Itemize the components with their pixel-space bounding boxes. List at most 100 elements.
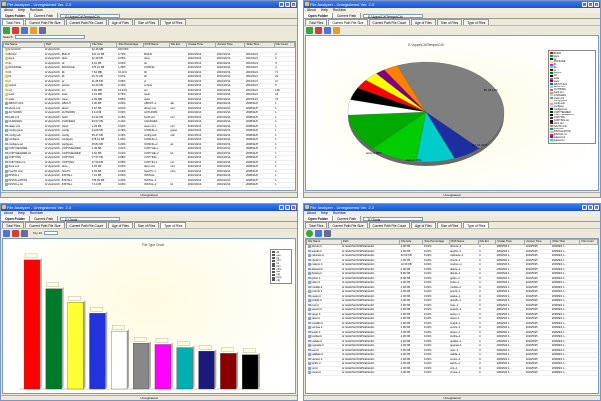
tab-current-path-count[interactable]: Current Path File Count (65, 19, 108, 25)
bar[interactable] (132, 342, 150, 390)
bar[interactable] (45, 288, 62, 390)
save-icon[interactable] (21, 26, 28, 34)
close-button[interactable]: × (594, 205, 599, 210)
bar[interactable] (89, 313, 106, 390)
table-row[interactable]: pcsinfo.tt E:\tools\SLOG\RS\abtools\ 4.00 … (306, 289, 598, 295)
table-row[interactable]: AUTHORS E:\Apps\C#\...AUTHORS 1.11 KB 0.00%… (3, 110, 295, 116)
bar[interactable] (220, 353, 237, 390)
path-field[interactable]: E:\Tools (363, 216, 424, 222)
tab-size-of-files[interactable]: Size of Files (436, 19, 463, 25)
table-row[interactable]: docs E:\Apps\C#\...docs 12.18 KB 0.05% docs 2… (3, 56, 295, 62)
table-row[interactable]: INSTALLATION E:\Apps\C#\...INSTALL 735.59 … (3, 178, 295, 184)
current-path-tab[interactable]: Current Path (29, 216, 59, 221)
table-row[interactable]: BUILD E:\Apps\C#\...BUILD 321.16 KB 0.79% BU… (3, 52, 295, 57)
export-icon[interactable] (39, 26, 46, 34)
tab-type-of-files[interactable]: Type of Files (463, 222, 490, 228)
tab-total-files[interactable]: Total Files (305, 222, 328, 228)
bar[interactable] (242, 354, 259, 390)
table-row[interactable]: check.tt E:\tools\SLOG\RS\abtools\ 4.00 KB… (306, 258, 598, 264)
tab-age-of-files[interactable]: Age of Files (108, 19, 133, 25)
table-row[interactable]: siteul.tt E:\tools\SLOG\RS\abtools\ 4.00 K… (306, 316, 598, 322)
chart-icon[interactable] (3, 229, 10, 237)
table-row[interactable]: configure.ac E:\Apps\C#\...configure 45.84… (3, 142, 295, 148)
tab-current-path-count[interactable]: Current Path File Count (65, 222, 108, 228)
table-row[interactable]: pickdb.tt E:\tools\SLOG\RS\abtools\ 4.00 K… (306, 298, 598, 304)
table-row[interactable]: modlist.tt E:\tools\SLOG\RS\abtools\ 4.00 … (306, 285, 598, 291)
bar[interactable] (23, 259, 40, 390)
tab-current-path-count[interactable]: Current Path File Count (368, 19, 411, 25)
table-row[interactable]: COPYHEADER E:\Apps\C#\...COPYHEADER 1.49 K… (3, 146, 295, 152)
tab-type-of-files[interactable]: Type of Files (160, 222, 187, 228)
tab-size-of-files[interactable]: Size of Files (133, 19, 160, 25)
table-row[interactable]: INSTALL.txt E:\Apps\C#\...INSTALL 7.11 KB 0… (3, 182, 295, 188)
bar[interactable] (154, 344, 171, 390)
table-row[interactable]: howTO.com E:\Apps\C#\...howTO 3.93 KB 0.02%… (3, 169, 295, 175)
stop-icon[interactable] (12, 26, 19, 34)
current-path-tab[interactable]: Current Path (29, 13, 59, 18)
tab-type-of-files[interactable]: Type of Files (463, 19, 490, 25)
table-row[interactable]: update.tt E:\tools\SLOG\RS\abtools\ 4.00 K… (306, 339, 598, 345)
folder-icon[interactable] (30, 26, 37, 34)
maximize-button[interactable]: □ (588, 205, 593, 210)
tab-total-files[interactable]: Total Files (305, 19, 328, 25)
table-row[interactable]: snapfile.tt E:\tools\SLOG\RS\abtools\ 4.00… (306, 321, 598, 327)
minimize-button[interactable]: – (279, 2, 284, 7)
table-row[interactable]: validate.tt E:\tools\SLOG\RS\abtools\ 4.00… (306, 352, 598, 358)
table-row[interactable]: config.gumo E:\Apps\C#\...config 44.69 KB 0… (3, 128, 295, 134)
table-row[interactable]: ABOUT.ALS E:\Apps\C#\...ABOUT 1.00 KB 0.00%… (3, 101, 295, 107)
table-row[interactable]: winfix.tt E:\tools\SLOG\RS\abtools\ 4.00 K… (306, 361, 598, 367)
open-folder-button[interactable]: Open Folder (1, 13, 30, 18)
table-row[interactable]: configure E:\Apps\C#\...configure 378.12 K… (3, 137, 295, 143)
tab-current-path-size[interactable]: Current Path File Size (25, 19, 65, 25)
current-path-tab[interactable]: Current Path (332, 13, 362, 18)
path-field[interactable]: E:\Apps\C#\Tempo\C#\ (363, 13, 424, 19)
table-row[interactable]: about.xml E:\Apps\C#\...about 2.67 KB 0.01%… (3, 106, 295, 112)
open-folder-button[interactable]: Open Folder (304, 13, 333, 18)
table-row[interactable]: version.tt E:\tools\SLOG\RS\abtools\ 4.00 … (306, 357, 598, 363)
table-row[interactable]: build.xml E:\Apps\C#\...build 34.32 KB 0.15… (3, 115, 295, 121)
close-button[interactable]: × (291, 205, 296, 210)
tab-age-of-files[interactable]: Age of Files (411, 222, 436, 228)
bar[interactable] (67, 302, 84, 390)
tab-size-of-files[interactable]: Size of Files (133, 222, 160, 228)
table-row[interactable]: docs.xml E:\Apps\C#\...docs 4.03 KB 0.02% do… (3, 164, 295, 170)
minimize-button[interactable]: – (582, 2, 587, 7)
table-row[interactable]: upgrade.tt E:\tools\SLOG\RS\abtools\ 4.00 … (306, 343, 598, 349)
table-row[interactable]: COPYHEADER.txt E:\Apps\C#\...COPYHEADER 1.… (3, 151, 295, 157)
table-row[interactable]: clean.xml E:\Apps\C#\...clean 1.29 KB 0.01%… (3, 124, 295, 130)
table-row[interactable]: setup.tt E:\tools\SLOG\RS\abtools\ 4.00 KB… (306, 312, 598, 318)
close-button[interactable]: × (291, 2, 296, 7)
table-row[interactable]: user.tt E:\tools\SLOG\RS\abtools\ 4.00 KB 0… (306, 348, 598, 354)
tab-size-of-files[interactable]: Size of Files (436, 222, 463, 228)
back-icon[interactable] (306, 229, 313, 237)
table-row[interactable]: sunrise.tt E:\tools\SLOG\RS\abtools\ 4.00 … (306, 325, 598, 331)
table-row[interactable]: abouts.tt E:\tools\SLOG\RS\abtools\ 4.00 K… (306, 244, 598, 250)
top-count-input[interactable] (44, 231, 59, 235)
tab-current-path-size[interactable]: Current Path File Size (25, 222, 65, 228)
table-row[interactable]: display.tt E:\tools\SLOG\RS\abtools\ 8.00 … (306, 271, 598, 277)
bar[interactable] (111, 330, 128, 390)
path-field[interactable]: E:\Apps\C#\Tempo\C#\ (60, 13, 121, 19)
table-row[interactable]: search.tt E:\tools\SLOG\RS\abtools\ 4.00 K… (306, 307, 598, 313)
tab-total-files[interactable]: Total Files (2, 19, 25, 25)
table-row[interactable]: xml.tt E:\tools\SLOG\RS\abtools\ 4.00 KB 0.… (306, 366, 598, 372)
table-row[interactable]: scripts E:\Apps\C#\...scripts 24.10 KB 0.10… (3, 83, 295, 89)
folder-icon[interactable] (333, 26, 340, 34)
refresh-icon[interactable] (3, 26, 10, 34)
bar-chart-icon[interactable] (12, 229, 19, 237)
bar[interactable] (176, 347, 193, 390)
table-row[interactable]: COPYING E:\Apps\C#\...COPYING 17.57 KB 0.08… (3, 155, 295, 161)
maximize-button[interactable]: □ (285, 2, 290, 7)
tab-current-path-count[interactable]: Current Path File Count (368, 222, 411, 228)
table-row[interactable]: COPYING.mo E:\Apps\C#\...COPYING 17.99 KB 0… (3, 160, 295, 166)
table-row[interactable]: deleted.tt E:\tools\SLOG\RS\abtools\ 4.00 … (306, 267, 598, 273)
path-field[interactable]: E:\Tools (60, 216, 121, 222)
table-row[interactable]: rsvp.tt E:\tools\SLOG\RS\abtools\ 4.00 KB 0… (306, 303, 598, 309)
table-row[interactable]: config.sub E:\Apps\C#\...config 35.47 KB 0.… (3, 133, 295, 139)
table-row[interactable]: INSTALL E:\Apps\C#\...INSTALL 7.16 KB 0.03%… (3, 173, 295, 179)
table-row[interactable]: PACKAGE E:\Apps\C#\...PACKAGE 376.21 KB 1.4… (3, 65, 295, 71)
tab-type-of-files[interactable]: Type of Files (160, 19, 187, 25)
current-path-tab[interactable]: Current Path (332, 216, 362, 221)
export-icon[interactable] (324, 229, 331, 237)
open-folder-button[interactable]: Open Folder (1, 216, 30, 221)
